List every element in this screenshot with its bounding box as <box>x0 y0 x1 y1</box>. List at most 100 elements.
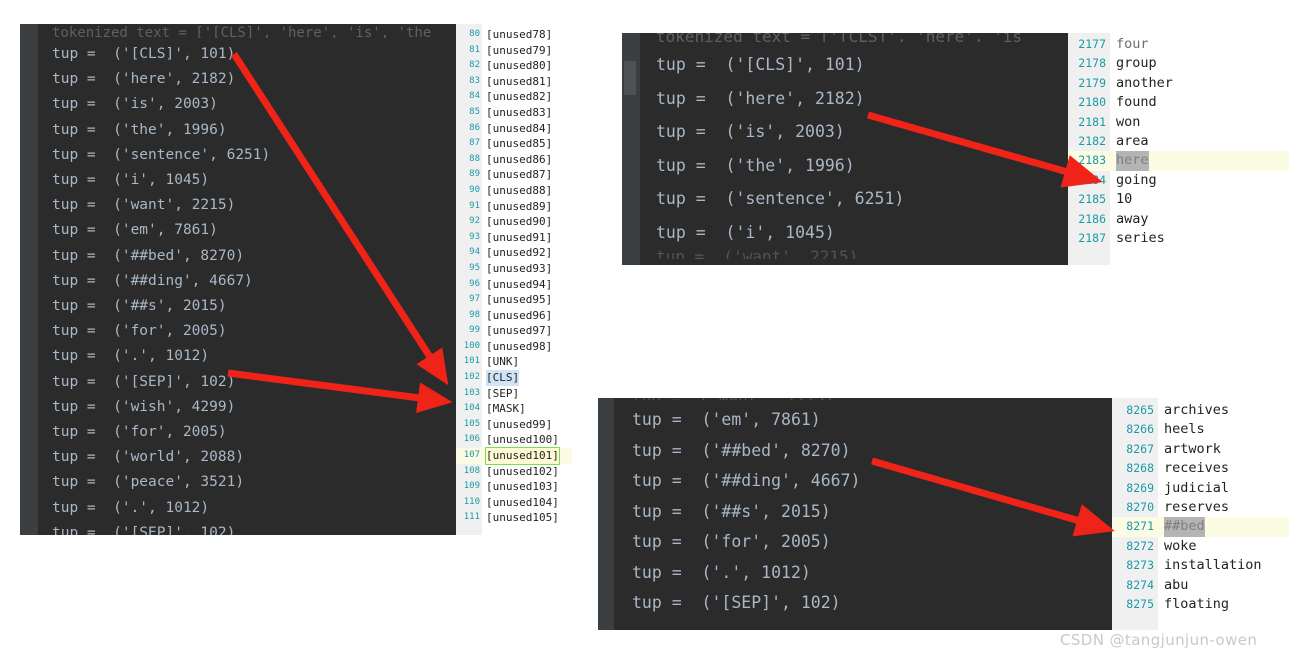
vocab-row[interactable]: 2187 series <box>1068 229 1289 248</box>
topright-code-lines: tokenized_text = ['[CLS]', 'here', 'is t… <box>640 33 1068 265</box>
vocab-row[interactable]: 8268 receives <box>1112 459 1289 478</box>
vocab-line-number: 2181 <box>1078 114 1106 129</box>
vocab-row[interactable]: 2185 10 <box>1068 190 1289 209</box>
vocab-row[interactable]: 91 [unused89] <box>456 199 572 215</box>
vocab-row[interactable]: 110 [unused104] <box>456 495 572 511</box>
vocab-line-number: 99 <box>469 325 480 336</box>
vocab-row[interactable]: 90 [unused88] <box>456 183 572 199</box>
vocab-row[interactable]: 94 [unused92] <box>456 245 572 261</box>
vocab-row[interactable]: 2178 group <box>1068 54 1289 73</box>
vocab-row[interactable]: 8266 heels <box>1112 420 1289 439</box>
code-line: tup = ('for', 2005) <box>632 532 831 551</box>
vocab-row[interactable]: 8275 floating <box>1112 595 1289 614</box>
vocab-row[interactable]: 99 [unused97] <box>456 323 572 339</box>
topright-vocab-rows: 2177 four 2178 group 2179 another 2180 found 218… <box>1068 35 1289 248</box>
vocab-line-number: 8269 <box>1126 480 1154 495</box>
vocab-token: [unused96] <box>486 308 553 322</box>
vocab-row[interactable]: 2182 area <box>1068 132 1289 151</box>
vocab-line-number: 111 <box>463 512 480 523</box>
vocab-token: heels <box>1164 421 1205 438</box>
bottomright-code-panel[interactable]: tup = ('want', 2215) tup = ('em', 7861)t… <box>598 398 1112 630</box>
topright-code-panel[interactable]: tokenized_text = ['[CLS]', 'here', 'is t… <box>622 33 1068 265</box>
vocab-row[interactable]: 108 [unused102] <box>456 464 572 480</box>
bottomright-code-gutter <box>598 398 614 630</box>
vocab-row[interactable]: 93 [unused91] <box>456 230 572 246</box>
left-vocab-rows: 80 [unused78] 81 [unused79] 82 [unused80] 83 [u… <box>456 27 572 526</box>
vocab-row[interactable]: 95 [unused93] <box>456 261 572 277</box>
vocab-row[interactable]: 2184 going <box>1068 171 1289 190</box>
vocab-row[interactable]: 88 [unused86] <box>456 152 572 168</box>
vocab-row[interactable]: 8269 judicial <box>1112 479 1289 498</box>
vocab-token: [unused99] <box>486 417 553 431</box>
vocab-row[interactable]: 80 [unused78] <box>456 27 572 43</box>
vocab-line-number: 106 <box>463 434 480 445</box>
vocab-row[interactable]: 106 [unused100] <box>456 432 572 448</box>
vocab-line-number: 2182 <box>1078 133 1106 148</box>
vocab-line-number: 101 <box>463 356 480 367</box>
vocab-token: series <box>1116 229 1165 246</box>
vocab-row[interactable]: 84 [unused82] <box>456 89 572 105</box>
vocab-token: [UNK] <box>486 355 520 369</box>
vocab-row[interactable]: 111 [unused105] <box>456 510 572 526</box>
code-line: tup = ('is', 2003) <box>52 96 218 113</box>
vocab-token: [unused95] <box>486 293 553 307</box>
vocab-token: [unused89] <box>486 199 553 213</box>
vocab-row[interactable]: 8267 artwork <box>1112 440 1289 459</box>
vocab-row[interactable]: 85 [unused83] <box>456 105 572 121</box>
vocab-row[interactable]: 87 [unused85] <box>456 136 572 152</box>
vocab-row[interactable]: 2186 away <box>1068 210 1289 229</box>
vocab-row[interactable]: 89 [unused87] <box>456 167 572 183</box>
vocab-row[interactable]: 107 [unused101] <box>456 447 572 465</box>
vocab-row[interactable]: 105 [unused99] <box>456 417 572 433</box>
vocab-token: [unused88] <box>486 183 553 197</box>
vocab-row[interactable]: 83 [unused81] <box>456 74 572 90</box>
vocab-row[interactable]: 2183 here <box>1068 151 1289 171</box>
vocab-token: [unused103] <box>486 480 559 494</box>
vocab-row[interactable]: 96 [unused94] <box>456 277 572 293</box>
left-vocab-panel[interactable]: 80 [unused78] 81 [unused79] 82 [unused80] 83 [u… <box>456 24 572 535</box>
code-line: tup = ('##bed', 8270) <box>52 247 245 264</box>
code-line: tup = ('[SEP]', 102) <box>52 524 236 535</box>
left-code-body: tup = ('[CLS]', 101) tup = ('here', 2182)… <box>38 42 456 535</box>
code-line-header: tup = ('want', 2215) <box>614 398 1112 400</box>
vocab-line-number: 100 <box>463 340 480 351</box>
vocab-row[interactable]: 86 [unused84] <box>456 121 572 137</box>
vocab-row[interactable]: 2177 four <box>1068 35 1289 54</box>
left-code-panel[interactable]: tokenized_text = ['[CLS]', 'here', 'is',… <box>20 24 456 535</box>
vocab-row[interactable]: 8273 installation <box>1112 556 1289 575</box>
topright-vocab-panel[interactable]: 2177 four 2178 group 2179 another 2180 found 218… <box>1068 33 1289 265</box>
vocab-row[interactable]: 8272 woke <box>1112 537 1289 556</box>
vocab-row[interactable]: 8265 archives <box>1112 401 1289 420</box>
vocab-line-number: 2183 <box>1078 153 1106 168</box>
vocab-line-number: 90 <box>469 184 480 195</box>
vocab-row[interactable]: 2180 found <box>1068 93 1289 112</box>
vocab-row[interactable]: 109 [unused103] <box>456 479 572 495</box>
vocab-row[interactable]: 8274 abu <box>1112 576 1289 595</box>
vocab-row[interactable]: 2179 another <box>1068 74 1289 93</box>
vocab-line-number: 109 <box>463 481 480 492</box>
vocab-row[interactable]: 8271 ##bed <box>1112 517 1289 537</box>
vocab-row[interactable]: 92 [unused90] <box>456 214 572 230</box>
code-line: tup = ('em', 7861) <box>632 410 821 429</box>
vocab-row[interactable]: 8270 reserves <box>1112 498 1289 517</box>
topright-scrollbar-thumb[interactable] <box>624 61 636 95</box>
bottomright-vocab-panel[interactable]: 8265 archives 8266 heels 8267 artwork 8268 rece… <box>1112 398 1289 630</box>
vocab-row[interactable]: 81 [unused79] <box>456 43 572 59</box>
vocab-line-number: 80 <box>469 29 480 39</box>
vocab-row[interactable]: 97 [unused95] <box>456 292 572 308</box>
vocab-token: [unused90] <box>486 215 553 229</box>
vocab-row[interactable]: 103 [SEP] <box>456 386 572 402</box>
bottomright-code-body: tup = ('em', 7861) tup = ('##bed', 8270) t… <box>614 405 1112 619</box>
vocab-line-number: 82 <box>469 60 480 71</box>
vocab-row[interactable]: 82 [unused80] <box>456 58 572 74</box>
vocab-line-number: 8265 <box>1126 403 1154 417</box>
vocab-token: [unused98] <box>486 339 553 353</box>
vocab-row[interactable]: 104 [MASK] <box>456 401 572 417</box>
vocab-row[interactable]: 100 [unused98] <box>456 339 572 355</box>
vocab-row[interactable]: 101 [UNK] <box>456 354 572 370</box>
vocab-row[interactable]: 102 [CLS] <box>456 370 572 386</box>
vocab-row[interactable]: 2181 won <box>1068 113 1289 132</box>
code-line: tup = ('i', 1045) <box>656 222 835 242</box>
vocab-row[interactable]: 98 [unused96] <box>456 308 572 324</box>
vocab-token: [unused100] <box>486 433 559 447</box>
